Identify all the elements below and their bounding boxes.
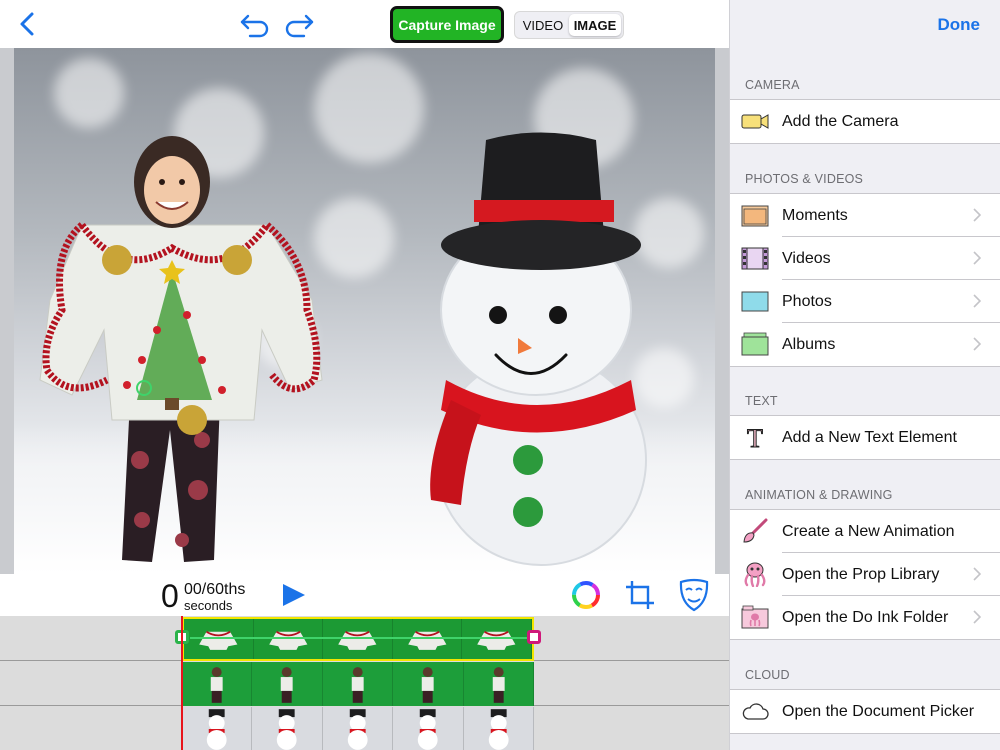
clip-thumbnail <box>393 707 464 750</box>
film-icon <box>741 245 769 271</box>
camera-icon <box>741 108 769 134</box>
row-label: Photos <box>782 292 832 310</box>
chevron-right-icon <box>973 208 981 222</box>
clip-thumbnail <box>323 707 394 750</box>
row-label: Create a New Animation <box>782 522 955 540</box>
play-icon[interactable] <box>278 582 308 608</box>
redo-icon[interactable] <box>282 10 316 38</box>
clip-thumbnail <box>182 662 253 706</box>
octopus-icon <box>741 561 769 588</box>
clip-thumbnail <box>462 619 532 659</box>
separator <box>730 459 1000 460</box>
moments-folder-icon <box>741 202 769 228</box>
snowman-layer[interactable] <box>406 130 666 570</box>
clip-duration-line <box>190 637 528 639</box>
photos-folder-icon <box>741 288 769 314</box>
bokeh-light <box>54 58 124 128</box>
chevron-right-icon <box>973 610 981 624</box>
row-prop-library[interactable]: Open the Prop Library <box>730 553 1000 596</box>
timeline[interactable] <box>0 616 729 750</box>
mode-image-option[interactable]: IMAGE <box>569 14 621 36</box>
cloud-icon <box>741 698 769 724</box>
clip-thumbnail <box>393 619 463 659</box>
chevron-right-icon <box>973 567 981 581</box>
row-label: Open the Document Picker <box>782 702 975 720</box>
section-header-cloud: CLOUD <box>745 668 790 682</box>
doink-folder-icon <box>741 604 769 630</box>
row-label: Open the Prop Library <box>782 565 940 583</box>
mask-icon[interactable] <box>678 578 710 612</box>
playback-bar: 0 00/60ths seconds <box>0 574 729 616</box>
playhead[interactable] <box>181 616 183 750</box>
row-label: Moments <box>782 206 848 224</box>
media-picker-panel: Done CAMERA Add the Camera PHOTOS & VIDE… <box>729 0 1000 750</box>
row-label: Albums <box>782 335 836 353</box>
row-document-picker[interactable]: Open the Document Picker <box>730 690 1000 733</box>
row-albums[interactable]: Albums <box>730 323 1000 366</box>
back-chevron-icon[interactable] <box>14 10 42 38</box>
girl-cutout-layer[interactable] <box>22 130 332 570</box>
chevron-right-icon <box>973 294 981 308</box>
row-photos[interactable]: Photos <box>730 280 1000 323</box>
time-unit-label: seconds <box>184 598 233 613</box>
row-label: Videos <box>782 249 831 267</box>
clip-thumbnail <box>464 662 534 706</box>
chevron-right-icon <box>973 337 981 351</box>
time-seconds-value: 0 <box>161 578 179 614</box>
clip-thumbnail <box>464 707 534 750</box>
row-add-text[interactable]: T Add a New Text Element <box>730 416 1000 459</box>
time-fraction-value: 00/60ths <box>184 581 246 598</box>
clip-thumbnail <box>182 707 253 750</box>
crop-icon[interactable] <box>624 579 656 611</box>
row-label: Add the Camera <box>782 112 899 130</box>
clip-thumbnail <box>323 619 393 659</box>
albums-folder-icon <box>741 331 769 357</box>
paintbrush-icon <box>741 518 769 544</box>
clip-thumbnail <box>323 662 394 706</box>
separator <box>730 639 1000 640</box>
done-button[interactable]: Done <box>938 15 981 35</box>
clip-thumbnail <box>252 662 323 706</box>
clip-thumbnail <box>393 662 464 706</box>
section-header-camera: CAMERA <box>745 78 800 92</box>
section-header-photos-videos: PHOTOS & VIDEOS <box>745 172 864 186</box>
text-t-icon: T <box>741 424 769 454</box>
separator <box>730 143 1000 144</box>
clip-thumbnail <box>252 707 323 750</box>
color-wheel-icon[interactable] <box>570 579 602 611</box>
section-header-animation-drawing: ANIMATION & DRAWING <box>745 488 893 502</box>
row-videos[interactable]: Videos <box>730 237 1000 280</box>
row-label: Add a New Text Element <box>782 428 957 446</box>
separator <box>730 733 1000 734</box>
video-image-mode-toggle: VIDEO IMAGE <box>514 11 624 39</box>
trim-end-handle[interactable] <box>527 630 541 644</box>
timeline-clip-snowman[interactable] <box>182 707 534 750</box>
row-label: Open the Do Ink Folder <box>782 608 949 626</box>
editor-area: Capture Image VIDEO IMAGE 0 00/60ths sec… <box>0 0 729 750</box>
row-moments[interactable]: Moments <box>730 194 1000 237</box>
chevron-right-icon <box>973 251 981 265</box>
row-create-animation[interactable]: Create a New Animation <box>730 510 1000 553</box>
timeline-clip-sweater[interactable] <box>182 617 534 661</box>
capture-image-button[interactable]: Capture Image <box>390 6 504 43</box>
composition-canvas[interactable] <box>0 48 729 574</box>
mode-video-option[interactable]: VIDEO <box>517 14 569 36</box>
clip-thumbnail <box>184 619 254 659</box>
svg-text:T: T <box>747 424 763 450</box>
undo-icon[interactable] <box>238 10 272 38</box>
timeline-clip-girl-greenscreen[interactable] <box>182 662 534 706</box>
separator <box>730 366 1000 367</box>
row-add-camera[interactable]: Add the Camera <box>730 100 1000 143</box>
clip-thumbnail <box>254 619 324 659</box>
section-header-text: TEXT <box>745 394 778 408</box>
row-doink-folder[interactable]: Open the Do Ink Folder <box>730 596 1000 639</box>
top-toolbar: Capture Image VIDEO IMAGE <box>0 0 729 48</box>
snowy-bokeh-background <box>14 48 715 574</box>
